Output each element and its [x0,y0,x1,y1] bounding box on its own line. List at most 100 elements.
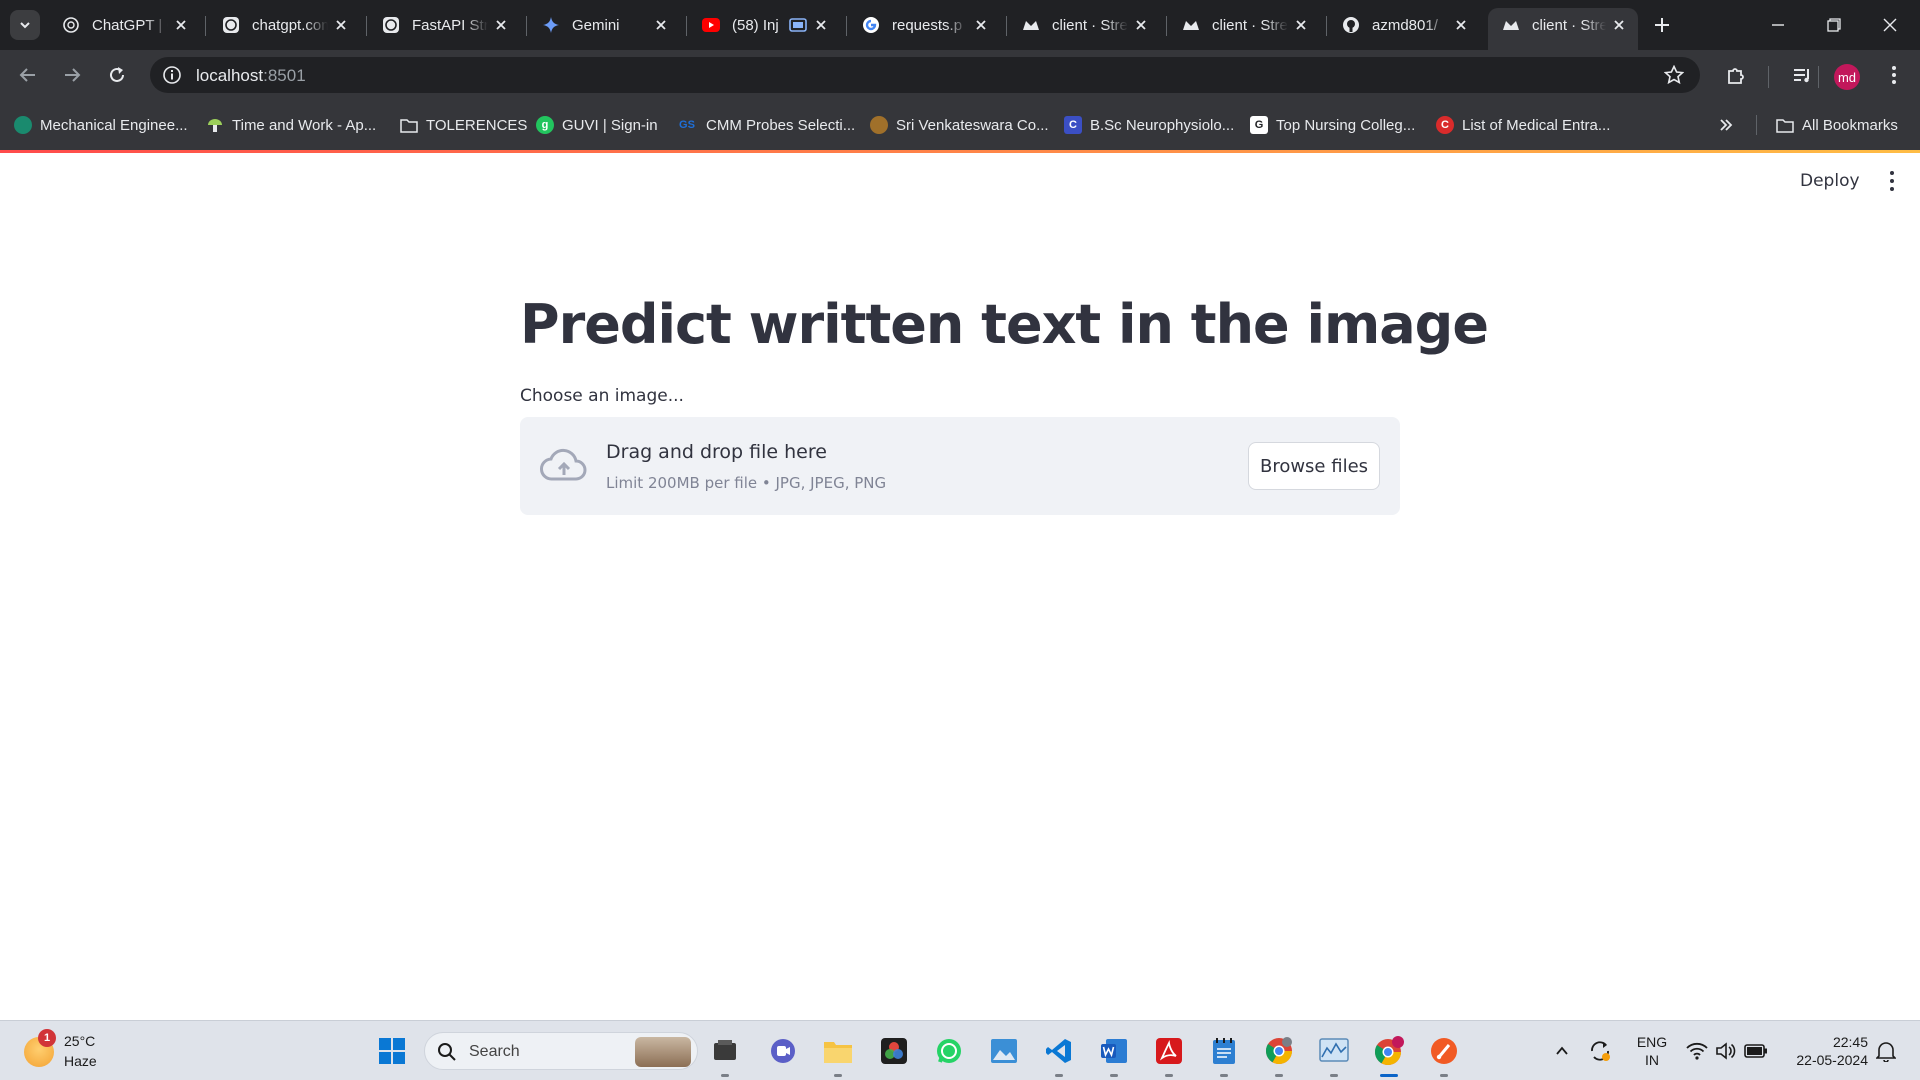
dropzone-instructions: Drag and drop file here [606,441,827,463]
close-icon[interactable] [812,16,830,34]
close-icon[interactable] [1452,16,1470,34]
bookmark-label: Time and Work - Ap... [232,116,377,134]
volume-button[interactable] [1714,1039,1738,1063]
sync-icon [1591,1041,1610,1061]
reload-button[interactable] [101,59,133,91]
restore-button[interactable] [1806,0,1862,50]
more-bookmarks-button[interactable] [1718,113,1734,137]
davinci-icon [881,1038,907,1064]
media-controls-button[interactable] [1786,59,1818,91]
taskbar-app-image-viewer[interactable] [987,1034,1021,1068]
browser-tab[interactable]: requests.p [848,8,1000,42]
bookmark-label: GUVI | Sign-in [562,116,658,134]
browser-tab[interactable]: azmd801/ [1328,8,1480,42]
wifi-button[interactable] [1685,1039,1709,1063]
close-icon[interactable] [972,16,990,34]
browser-tab[interactable]: (58) Inj [688,8,840,42]
taskbar-app-brush[interactable] [1427,1034,1461,1077]
close-icon[interactable] [332,16,350,34]
start-button[interactable] [375,1034,409,1068]
bookmark-item[interactable]: Mechanical Enginee... [14,113,188,137]
plus-icon [1655,18,1669,32]
minimize-button[interactable] [1750,0,1806,50]
new-tab-button[interactable] [1648,11,1676,39]
streamlit-icon [1022,16,1040,34]
close-icon[interactable] [652,16,670,34]
taskbar-app-teams[interactable] [766,1034,800,1068]
close-icon[interactable] [492,16,510,34]
browser-tab[interactable]: chatgpt.com [208,8,360,42]
weather-temperature: 25°C [64,1033,96,1049]
browser-tab[interactable]: Gemini [528,8,680,42]
bookmark-label: All Bookmarks [1802,116,1898,134]
chevron-down-icon [20,22,30,29]
monitor-icon [1319,1038,1349,1062]
taskbar-app-file-viewer[interactable] [708,1034,742,1077]
back-button[interactable] [12,59,44,91]
tab-search-button[interactable] [10,10,40,40]
battery-button[interactable] [1744,1039,1768,1063]
browse-files-button[interactable]: Browse files [1248,442,1380,490]
openai-icon [382,16,400,34]
taskbar-search[interactable]: Search [424,1032,698,1070]
close-icon[interactable] [1292,16,1310,34]
taskbar-app-chrome-profile[interactable] [1372,1034,1406,1077]
profile-avatar[interactable]: md [1834,64,1860,90]
deploy-button[interactable]: Deploy [1800,171,1860,191]
taskbar-app-vscode[interactable] [1042,1034,1076,1077]
cloud-upload-icon [540,448,587,481]
chevron-up-icon [1556,1046,1568,1055]
all-bookmarks-button[interactable]: All Bookmarks [1776,113,1898,137]
file-dropzone[interactable]: Drag and drop file here Limit 200MB per … [520,417,1400,515]
github-icon [1342,16,1360,34]
taskbar-app-chrome[interactable] [1262,1034,1296,1077]
taskbar-app-word[interactable] [1097,1034,1131,1077]
more-vertical-icon [1892,66,1896,84]
system-clock[interactable]: 22:45 22-05-2024 [1780,1033,1868,1069]
close-icon[interactable] [1132,16,1150,34]
bookmark-item[interactable]: Sri Venkateswara Co... [870,113,1049,137]
taskbar-app-acrobat[interactable] [1152,1034,1186,1077]
info-icon[interactable] [162,65,182,85]
close-window-button[interactable] [1862,0,1918,50]
close-icon[interactable] [1610,16,1628,34]
browser-tab[interactable]: FastAPI Str [368,8,520,42]
tab-title: chatgpt.com [252,16,328,34]
bookmark-item[interactable]: g GUVI | Sign-in [536,113,658,137]
bookmark-item[interactable]: G Top Nursing Colleg... [1250,113,1415,137]
star-icon[interactable] [1664,65,1684,85]
url-text[interactable]: localhost:8501 [196,66,306,86]
forward-button[interactable] [56,59,88,91]
taskbar-app-monitor[interactable] [1317,1034,1351,1077]
bookmark-folder[interactable]: TOLERENCES [400,113,527,137]
sync-status-button[interactable] [1588,1039,1612,1063]
bookmark-item[interactable]: GS CMM Probes Selecti... [676,113,855,137]
browser-menu-button[interactable] [1878,59,1910,91]
bookmark-label: Sri Venkateswara Co... [896,116,1049,134]
tab-title: azmd801/ [1372,16,1438,34]
media-playing-icon [788,18,807,32]
taskbar-app-davinci[interactable] [877,1034,911,1068]
c-red-logo-icon: C [1436,116,1454,134]
taskbar-app-file-explorer[interactable] [821,1034,855,1077]
show-hidden-icons-button[interactable] [1550,1039,1574,1063]
chrome-profile-icon [1374,1036,1404,1066]
browser-tab[interactable]: client · Stre [1008,8,1160,42]
browser-tab[interactable]: ChatGPT | C [48,8,200,42]
address-bar[interactable]: localhost:8501 [150,57,1700,93]
bookmark-item[interactable]: C B.Sc Neurophysiolo... [1064,113,1234,137]
taskbar-app-whatsapp[interactable] [932,1034,966,1068]
language-indicator[interactable]: ENG IN [1634,1033,1670,1069]
browser-tab-active[interactable]: client · Stre [1488,8,1638,50]
bookmark-item[interactable]: Time and Work - Ap... [206,113,376,137]
arrow-right-icon [65,68,81,82]
bookmark-item[interactable]: C List of Medical Entra... [1436,113,1610,137]
close-icon[interactable] [172,16,190,34]
taskbar-app-notepad[interactable] [1207,1034,1241,1077]
main-menu-button[interactable] [1882,169,1902,193]
browser-tab[interactable]: client · Stre [1168,8,1320,42]
extensions-button[interactable] [1720,59,1752,91]
notifications-button[interactable] [1874,1039,1898,1063]
weather-widget[interactable]: 1 25°C Haze [22,1029,142,1073]
menu-dot [1890,171,1894,175]
